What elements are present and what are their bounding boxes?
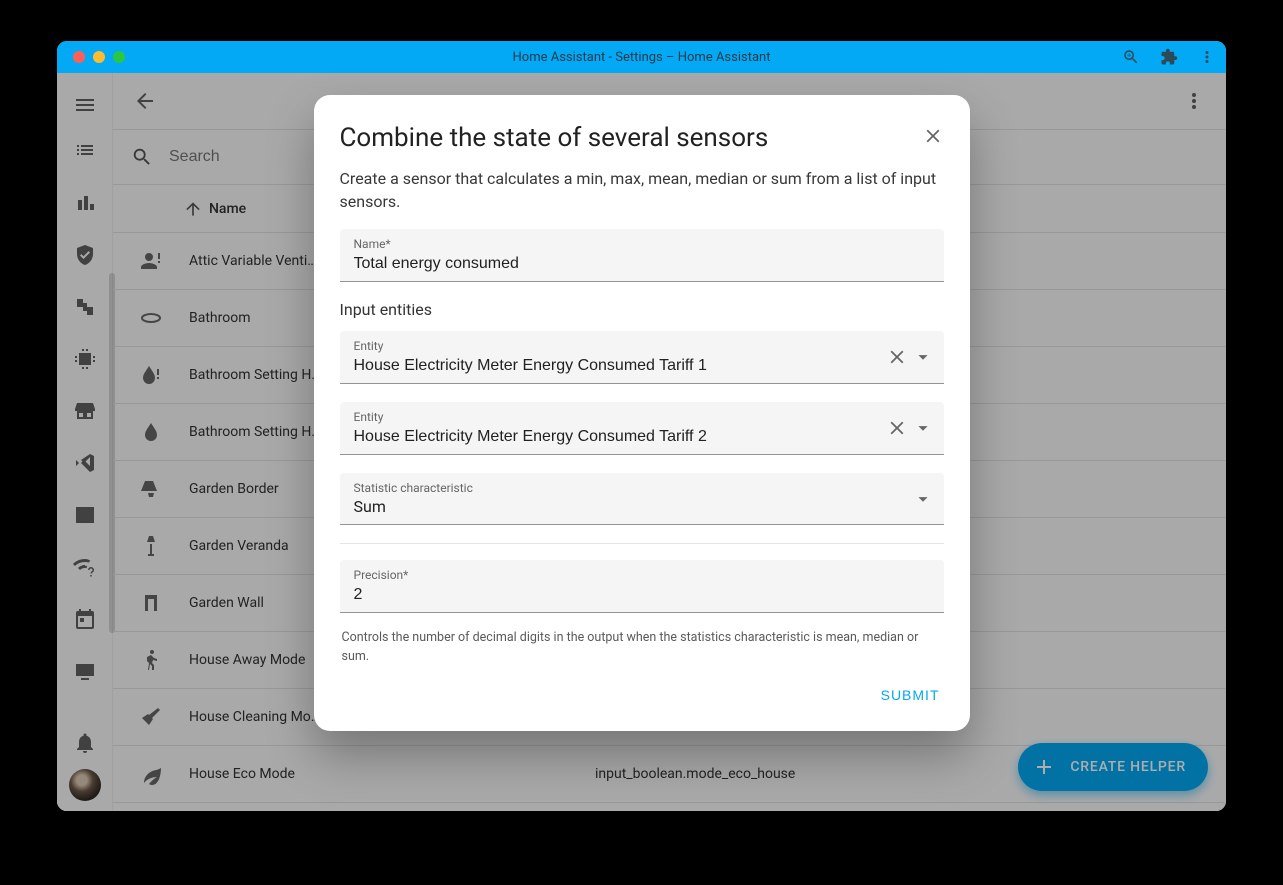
chevron-down-icon[interactable] <box>912 417 934 439</box>
window-close-dot[interactable] <box>73 51 85 63</box>
divider <box>340 543 944 544</box>
submit-button[interactable]: SUBMIT <box>877 679 944 711</box>
input-entities-label: Input entities <box>340 300 944 319</box>
statistic-field[interactable]: Statistic characteristic Sum <box>340 473 944 525</box>
name-input[interactable] <box>354 255 870 273</box>
clear-icon[interactable] <box>886 346 908 368</box>
precision-field-label: Precision* <box>354 568 930 582</box>
dialog-description: Create a sensor that calculates a min, m… <box>314 163 970 229</box>
modal-overlay[interactable]: Combine the state of several sensors Cre… <box>57 73 1226 811</box>
precision-field[interactable]: Precision* <box>340 560 944 613</box>
entity-field-2[interactable]: Entity <box>340 402 944 455</box>
extension-icon[interactable] <box>1160 48 1178 66</box>
name-field[interactable]: Name* <box>340 229 944 282</box>
precision-hint: Controls the number of decimal digits in… <box>340 629 944 667</box>
close-icon <box>922 125 944 147</box>
traffic-lights <box>57 51 125 63</box>
statistic-field-label: Statistic characteristic <box>354 481 930 495</box>
window-zoom-dot[interactable] <box>113 51 125 63</box>
dialog-title: Combine the state of several sensors <box>340 123 769 153</box>
precision-input[interactable] <box>354 586 870 604</box>
clear-icon[interactable] <box>886 417 908 439</box>
window-minimize-dot[interactable] <box>93 51 105 63</box>
app-body: Name Attic Variable Venti… Bathroom Bath… <box>57 73 1226 811</box>
dialog: Combine the state of several sensors Cre… <box>314 95 970 731</box>
entity-field-label: Entity <box>354 339 930 353</box>
entity-input-2[interactable] <box>354 428 870 446</box>
name-field-label: Name* <box>354 237 930 251</box>
chevron-down-icon[interactable] <box>912 346 934 368</box>
dialog-close-button[interactable] <box>922 125 944 151</box>
chevron-down-icon[interactable] <box>912 488 934 510</box>
entity-input-1[interactable] <box>354 357 870 375</box>
window-title: Home Assistant - Settings – Home Assista… <box>513 50 771 65</box>
zoom-icon[interactable] <box>1122 48 1140 66</box>
statistic-value: Sum <box>354 497 870 516</box>
entity-field-label: Entity <box>354 410 930 424</box>
more-vert-icon[interactable] <box>1198 48 1216 66</box>
app-window: Home Assistant - Settings – Home Assista… <box>57 41 1226 811</box>
window-titlebar: Home Assistant - Settings – Home Assista… <box>57 41 1226 73</box>
entity-field-1[interactable]: Entity <box>340 331 944 384</box>
titlebar-actions <box>1122 48 1216 66</box>
